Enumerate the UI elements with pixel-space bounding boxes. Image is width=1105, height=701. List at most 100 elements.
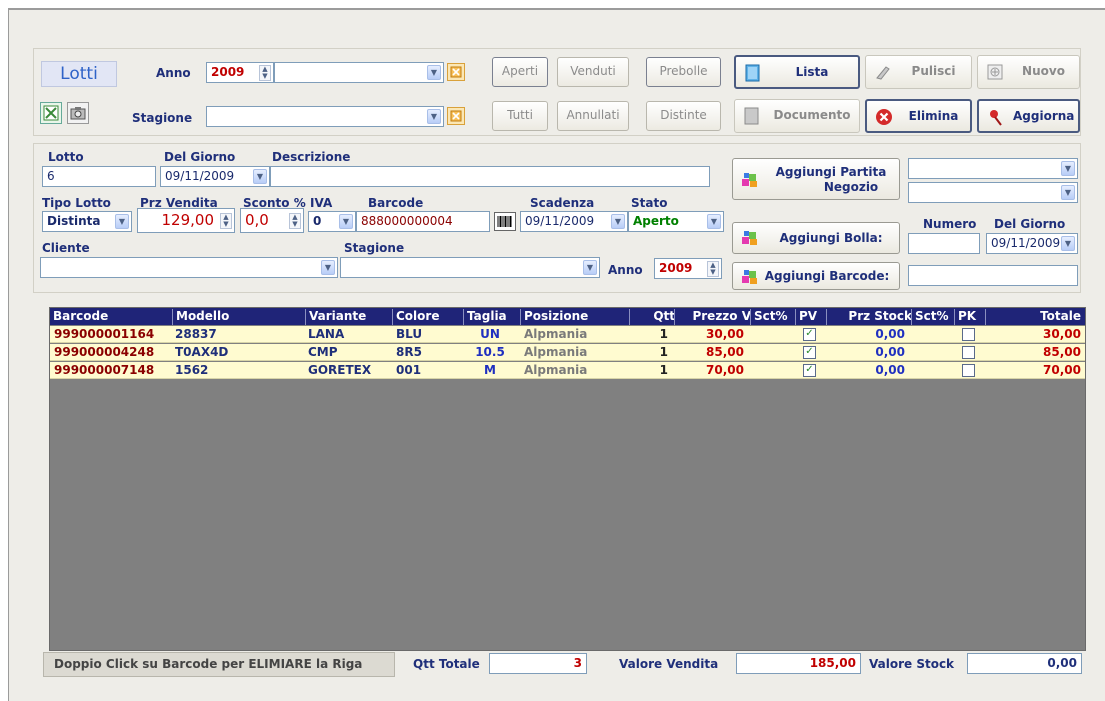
pv-checkbox[interactable]: ✓: [803, 364, 816, 377]
col-variante[interactable]: Variante: [305, 309, 393, 325]
documento-label: Documento: [773, 108, 851, 122]
spinner-icon[interactable]: ▲ ▼: [220, 213, 232, 229]
cell-barcode[interactable]: 999000004248: [54, 345, 154, 359]
sconto-stepper[interactable]: 0,0 ▲ ▼: [240, 208, 304, 233]
cell-prezzo: 85,00: [706, 345, 744, 359]
col-barcode[interactable]: Barcode: [50, 309, 172, 325]
col-totale[interactable]: Totale: [985, 309, 1085, 325]
table-row[interactable]: 999000004248 T0AX4D CMP 8R5 10.5 Alpmani…: [50, 344, 1085, 361]
chevron-down-icon[interactable]: ▼: [707, 214, 721, 229]
partita-select-2[interactable]: ▼: [908, 182, 1078, 203]
chevron-down-icon[interactable]: ▼: [115, 214, 129, 229]
stato-select[interactable]: Aperto ▼: [628, 211, 724, 232]
col-qtt[interactable]: Qtt: [629, 309, 678, 325]
pv-checkbox[interactable]: ✓: [803, 328, 816, 341]
pk-checkbox[interactable]: [962, 328, 975, 341]
cell-barcode[interactable]: 999000001164: [54, 327, 154, 341]
chevron-down-icon[interactable]: ▼: [321, 260, 335, 275]
chevron-down-icon[interactable]: ▼: [1061, 185, 1075, 200]
barcode-icon[interactable]: [494, 212, 516, 231]
pk-checkbox[interactable]: [962, 346, 975, 359]
chevron-down-icon[interactable]: ▼: [253, 169, 267, 184]
chevron-down-icon[interactable]: ▼: [611, 214, 625, 229]
aggiungi-barcode-button[interactable]: Aggiungi Barcode:: [732, 262, 900, 290]
delgiorno-date[interactable]: 09/11/2009 ▼: [160, 166, 270, 187]
stagione-select[interactable]: ▼: [206, 106, 444, 127]
aggiungi-barcode-field[interactable]: [908, 265, 1078, 286]
lista-button[interactable]: Lista: [734, 55, 860, 89]
cell-posizione: Alpmania: [524, 363, 588, 377]
sconto-value: 0,0: [245, 211, 269, 229]
anno-stepper[interactable]: 2009 ▲ ▼: [206, 62, 274, 83]
partita-select-1[interactable]: ▼: [908, 158, 1078, 179]
spinner-icon[interactable]: ▲ ▼: [707, 261, 719, 277]
excel-icon[interactable]: [40, 102, 62, 124]
cell-barcode[interactable]: 999000007148: [54, 363, 154, 377]
boxes-icon: [742, 231, 757, 245]
boxes-icon: [742, 173, 757, 187]
documento-button[interactable]: Documento: [734, 99, 860, 133]
tipolotto-label: Tipo Lotto: [42, 196, 111, 210]
barcode-field[interactable]: 888000000004: [356, 211, 490, 232]
scadenza-date[interactable]: 09/11/2009 ▼: [520, 211, 628, 232]
elimina-button[interactable]: Elimina: [865, 99, 972, 133]
broom-icon: [876, 66, 890, 80]
stato-value: Aperto: [633, 214, 679, 228]
filter-distinte[interactable]: Distinte: [646, 101, 721, 131]
lotto-field[interactable]: 6: [42, 166, 156, 187]
descrizione-field[interactable]: [270, 166, 710, 187]
filter-aperti[interactable]: Aperti: [492, 57, 548, 87]
pk-checkbox[interactable]: [962, 364, 975, 377]
nuovo-button[interactable]: Nuovo: [977, 55, 1080, 89]
spinner-icon[interactable]: ▲ ▼: [259, 65, 271, 81]
chevron-down-icon[interactable]: ▼: [583, 260, 597, 275]
anno-form-stepper[interactable]: 2009 ▲ ▼: [654, 258, 722, 279]
col-prezzov[interactable]: Prezzo V: [674, 309, 754, 325]
filter-prebolle[interactable]: Prebolle: [646, 57, 721, 87]
col-sct[interactable]: Sct%: [750, 309, 796, 325]
clear-icon[interactable]: [447, 107, 465, 125]
col-modello[interactable]: Modello: [172, 309, 306, 325]
iva-select[interactable]: 0 ▼: [308, 211, 356, 232]
przvendita-stepper[interactable]: 129,00 ▲ ▼: [137, 208, 235, 233]
col-sct2[interactable]: Sct%: [911, 309, 955, 325]
chevron-down-icon[interactable]: ▼: [1061, 161, 1075, 176]
document-icon: [744, 107, 759, 125]
clear-icon[interactable]: [447, 63, 465, 81]
col-pv[interactable]: PV: [795, 309, 827, 325]
items-grid[interactable]: Barcode Modello Variante Colore Taglia P…: [49, 307, 1086, 651]
pv-checkbox[interactable]: ✓: [803, 346, 816, 359]
pulisci-button[interactable]: Pulisci: [865, 55, 972, 89]
table-row[interactable]: 999000001164 28837 LANA BLU UN Alpmania …: [50, 326, 1085, 343]
list-icon: [745, 64, 760, 82]
col-colore[interactable]: Colore: [392, 309, 464, 325]
aggiorna-button[interactable]: Aggiorna: [977, 99, 1080, 133]
delgiorno-bolla-date[interactable]: 09/11/2009 ▼: [986, 233, 1078, 254]
table-row[interactable]: 999000007148 1562 GORETEX 001 M Alpmania…: [50, 362, 1085, 379]
cliente-label: Cliente: [42, 241, 90, 255]
chevron-down-icon[interactable]: ▼: [1061, 236, 1075, 251]
anno-select[interactable]: ▼: [274, 62, 444, 83]
spinner-icon[interactable]: ▲ ▼: [289, 213, 301, 229]
numero-field[interactable]: [908, 233, 980, 254]
aggiungi-partita-button[interactable]: Aggiungi Partita Negozio: [732, 158, 900, 200]
hint-label: Doppio Click su Barcode per ELIMIARE la …: [43, 652, 395, 677]
aggiungi-bolla-button[interactable]: Aggiungi Bolla:: [732, 222, 900, 254]
chevron-down-icon[interactable]: ▼: [427, 109, 441, 124]
filter-annullati[interactable]: Annullati: [557, 101, 629, 131]
col-posizione[interactable]: Posizione: [520, 309, 630, 325]
stagione-form-select[interactable]: ▼: [340, 257, 600, 278]
delgiorno-label: Del Giorno: [164, 150, 236, 164]
tipolotto-select[interactable]: Distinta ▼: [42, 211, 132, 232]
col-przstock[interactable]: Prz Stock: [826, 309, 915, 325]
cliente-select[interactable]: ▼: [40, 257, 338, 278]
filter-venduti[interactable]: Venduti: [557, 57, 629, 87]
chevron-down-icon[interactable]: ▼: [427, 65, 441, 80]
cell-qtt: 1: [659, 327, 668, 341]
chevron-down-icon[interactable]: ▼: [339, 214, 353, 229]
filter-tutti[interactable]: Tutti: [492, 101, 548, 131]
camera-icon[interactable]: [67, 102, 89, 124]
cell-totale: 70,00: [1043, 363, 1081, 377]
col-taglia[interactable]: Taglia: [463, 309, 521, 325]
col-pk[interactable]: PK: [954, 309, 986, 325]
